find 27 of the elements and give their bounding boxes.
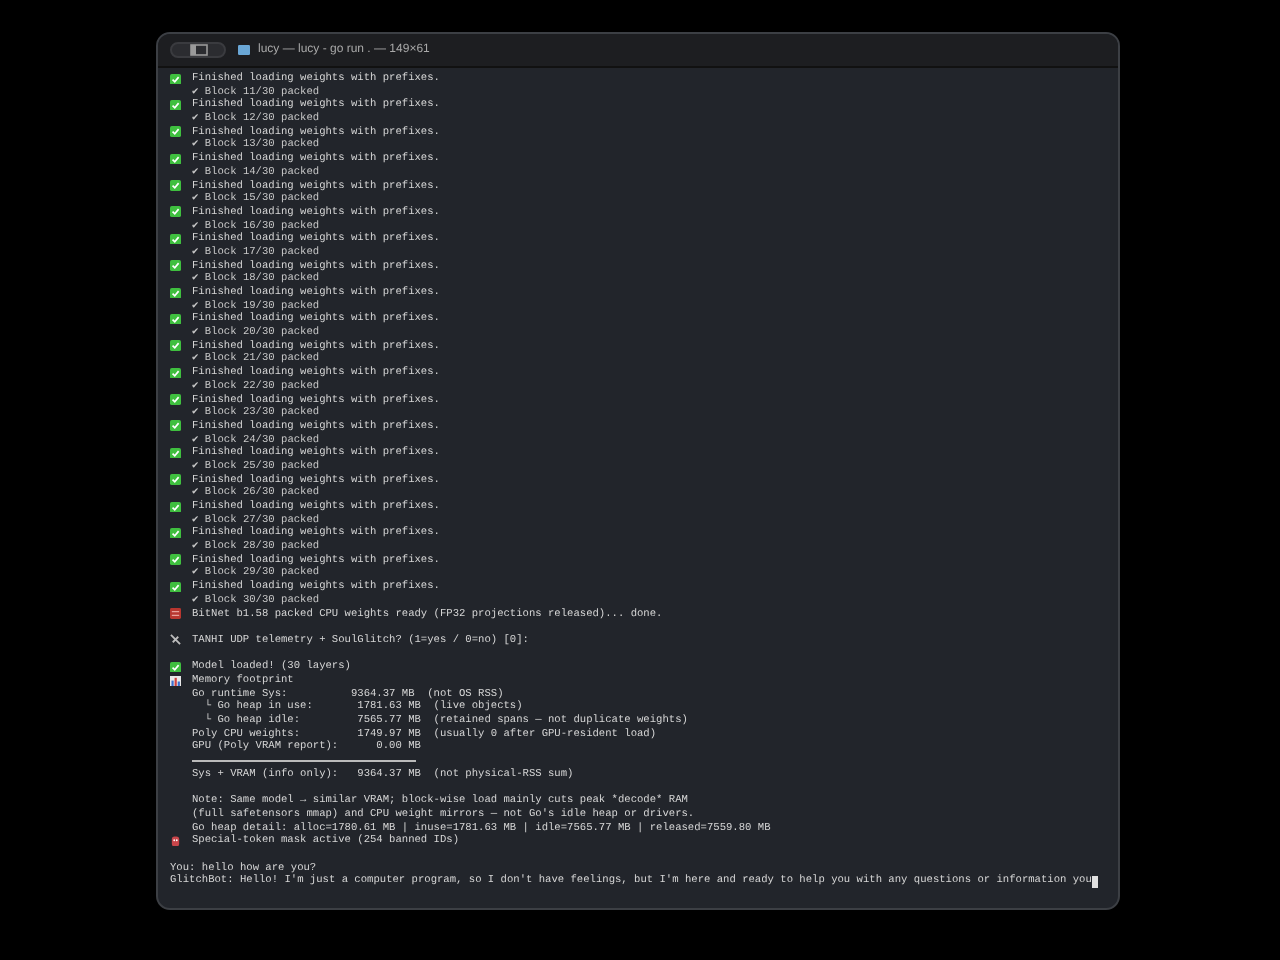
sidebar-toggle-button[interactable] (170, 42, 226, 58)
check-icon (170, 581, 181, 593)
folder-icon (238, 44, 250, 56)
check-icon (170, 313, 181, 325)
check-icon (170, 180, 181, 192)
check-icon (170, 233, 181, 245)
check-icon (170, 661, 181, 673)
check-icon (170, 260, 181, 272)
sidebar-icon (189, 44, 207, 56)
stop-sign-icon (170, 608, 181, 620)
check-icon (170, 99, 181, 111)
check-icon (170, 447, 181, 459)
bar-chart-icon (170, 675, 181, 687)
check-icon (170, 340, 181, 352)
check-icon (170, 394, 181, 406)
mask-icon (170, 835, 181, 847)
check-icon (170, 367, 181, 379)
check-icon (170, 126, 181, 138)
check-icon (170, 474, 181, 486)
check-icon (170, 554, 181, 566)
check-icon (170, 501, 181, 513)
check-icon (170, 73, 181, 85)
check-icon (170, 206, 181, 218)
check-icon (170, 420, 181, 432)
check-icon (170, 527, 181, 539)
check-icon (170, 153, 181, 165)
check-icon (170, 287, 181, 299)
